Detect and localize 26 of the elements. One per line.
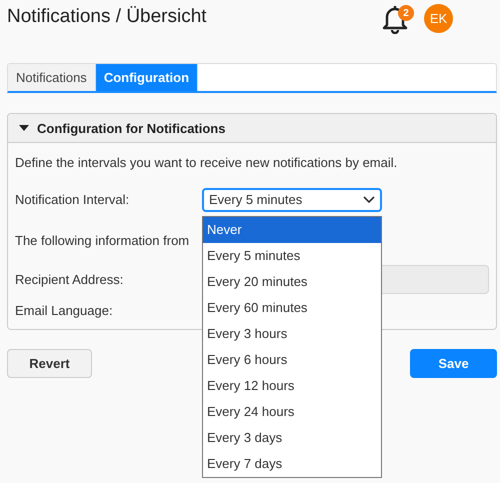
- dropdown-option[interactable]: Every 7 days: [203, 450, 381, 476]
- dropdown-option[interactable]: Every 20 minutes: [203, 268, 381, 294]
- info-text: The following information from: [15, 233, 190, 250]
- revert-button[interactable]: Revert: [7, 349, 92, 378]
- panel-title: Configuration for Notifications: [37, 120, 226, 136]
- field-label: Email Language:: [15, 302, 114, 318]
- dropdown-option[interactable]: Every 24 hours: [203, 398, 381, 424]
- panel-header[interactable]: Configuration for Notifications: [8, 114, 496, 143]
- dropdown-option[interactable]: Every 6 hours: [203, 346, 381, 372]
- tab[interactable]: Notifications: [8, 64, 96, 91]
- interval-select[interactable]: Every 5 minutes: [202, 188, 382, 212]
- dropdown-option[interactable]: Never: [203, 216, 381, 242]
- dropdown-option[interactable]: Every 60 minutes: [203, 294, 381, 320]
- dropdown-option[interactable]: Every 3 hours: [203, 320, 381, 346]
- field-label: Recipient Address:: [15, 272, 124, 286]
- field-label: Notification Interval:: [15, 192, 130, 207]
- description-text: Define the intervals you want to receive new notifications by email.: [15, 155, 398, 172]
- notification-count: 2: [398, 5, 414, 21]
- bell-icon[interactable]: [381, 4, 409, 34]
- page-title: Notifications / Übersicht: [7, 6, 208, 28]
- dropdown-option[interactable]: Every 3 days: [203, 424, 381, 450]
- dropdown-option[interactable]: Every 5 minutes: [203, 242, 381, 268]
- tab[interactable]: Configuration: [96, 64, 198, 91]
- chevron-down-icon: [363, 196, 375, 204]
- dropdown-option[interactable]: Every 12 hours: [203, 372, 381, 398]
- save-button[interactable]: Save: [410, 349, 497, 378]
